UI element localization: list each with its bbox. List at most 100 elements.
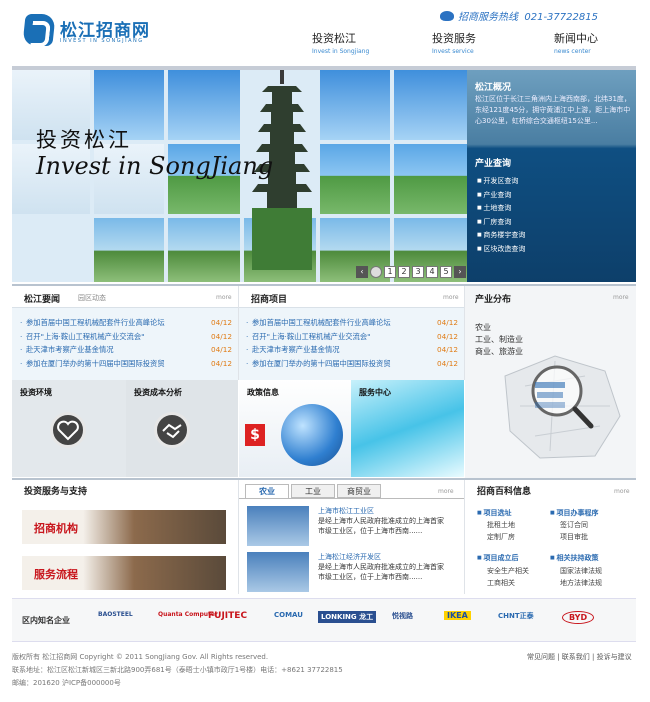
nav-invest-service[interactable]: 投资服务 Invest service [432, 30, 502, 55]
industry-query-item[interactable]: 厂房查询 [477, 217, 525, 231]
nav-sublabel: Invest in Songjiang [312, 48, 370, 55]
distribution-label[interactable]: 农业 [475, 322, 523, 334]
zone-image[interactable] [247, 552, 309, 592]
brand-logo[interactable]: IKEA [444, 611, 471, 620]
zone-title[interactable]: 上海市松江工业区 [318, 506, 374, 516]
brands-label: 区内知名企业 [22, 616, 70, 625]
news-item[interactable]: 赴天津市考察产业基金情况04/12 [20, 345, 232, 359]
distribution-label[interactable]: 工业、制造业 [475, 334, 523, 346]
nav-news-center[interactable]: 新闻中心 news center [554, 30, 624, 55]
pager-page[interactable]: 4 [426, 266, 438, 278]
projects-title[interactable]: 招商项目 [251, 292, 287, 305]
enc-group-head[interactable]: 项目办事程序 [550, 508, 598, 518]
project-item[interactable]: 参加首届中国工程机械配套件行业高峰论坛04/12 [246, 318, 458, 332]
tile-invest-cost[interactable]: 投资成本分析 [126, 380, 238, 477]
brand-logo[interactable]: FUJITEC [208, 611, 247, 621]
tab-park-news[interactable]: 园区动态 [78, 293, 106, 303]
brand-logo[interactable]: 悦视路 [392, 611, 413, 621]
tile-policy-info[interactable]: 政策信息 $ [239, 380, 351, 477]
hero-banner[interactable]: 投资松江 Invest in SongJiang ‹ 1 2 3 4 5 › [12, 70, 467, 282]
distribution-more-link[interactable]: more [613, 294, 629, 301]
tabs-more-link[interactable]: more [438, 488, 454, 495]
brand-logo[interactable]: BAOSTEEL [98, 611, 133, 618]
industry-query-list: 开发区查询 产业查询 土地查询 厂房查询 商务楼宇查询 区块改造查询 [477, 176, 525, 257]
projects-more-link[interactable]: more [443, 294, 459, 301]
hotline-number: 021-37722815 [524, 12, 598, 23]
news-header: 松江要闻 园区动态 more [12, 286, 238, 308]
news-more-link[interactable]: more [216, 294, 232, 301]
logo-mark-icon [22, 14, 56, 46]
site-logo[interactable]: 松江招商网 INVEST IN SONGJIANG [22, 12, 164, 52]
enc-item[interactable]: 工商相关 [487, 578, 515, 588]
enc-group-head[interactable]: 项目选址 [477, 508, 511, 518]
project-item[interactable]: 召开"上海·鞍山工程机械产业交流会"04/12 [246, 332, 458, 346]
next-arrow-icon[interactable]: › [454, 266, 466, 278]
news-item[interactable]: 参加首届中国工程机械配套件行业高峰论坛04/12 [20, 318, 232, 332]
industry-query-item[interactable]: 开发区查询 [477, 176, 525, 190]
project-item[interactable]: 赴天津市考察产业基金情况04/12 [246, 345, 458, 359]
news-item[interactable]: 参加在厦门举办的第十四届中国国际投资贸04/12 [20, 359, 232, 373]
cat-service-process[interactable]: 服务流程 [22, 556, 226, 590]
project-item[interactable]: 参加在厦门举办的第十四届中国国际投资贸04/12 [246, 359, 458, 373]
industry-query-title: 产业查询 [475, 159, 512, 169]
enc-group-head[interactable]: 相关扶持政策 [550, 553, 598, 563]
pager-page[interactable]: 1 [384, 266, 396, 278]
overview-desc: 松江区位于长江三角洲内上海西南部，北纬31度，东经121度45分，拥守黄浦江中上… [475, 95, 631, 125]
tab-agriculture[interactable]: 农业 [245, 484, 289, 498]
brand-logo[interactable]: COMAU [274, 611, 303, 619]
brands-bar: 区内知名企业 BAOSTEEL Quanta Computer FUJITEC … [12, 598, 636, 642]
cat-label: 服务流程 [34, 568, 78, 581]
pager-page[interactable]: 5 [440, 266, 452, 278]
hotline-label: 招商服务热线 [458, 12, 518, 23]
industry-query-item[interactable]: 土地查询 [477, 203, 525, 217]
enc-item[interactable]: 签订合同 [560, 520, 588, 530]
brand-logo[interactable]: BYD [562, 611, 595, 624]
nav-sublabel: news center [554, 48, 591, 55]
enc-group-head[interactable]: 项目成立后 [477, 553, 518, 563]
overview-title[interactable]: 松江概况 [475, 80, 511, 93]
tab-songjiang-news[interactable]: 松江要闻 [24, 292, 60, 305]
enc-item[interactable]: 安全生产相关 [487, 566, 529, 576]
industry-query-item[interactable]: 产业查询 [477, 190, 525, 204]
nav-label: 新闻中心 [554, 32, 598, 45]
brand-logo[interactable]: CHNT正泰 [498, 611, 534, 621]
industry-query-item[interactable]: 商务楼宇查询 [477, 230, 525, 244]
footer-links[interactable]: 常见问题 | 联系我们 | 投诉与建议 [527, 652, 632, 662]
enc-item[interactable]: 定制厂房 [487, 532, 515, 542]
distribution-panel: 产业分布 more 农业 工业、制造业 商业、旅游业 [465, 286, 636, 478]
nav-invest-songjiang[interactable]: 投资松江 Invest in Songjiang [312, 30, 382, 55]
tab-commerce[interactable]: 商贸业 [337, 484, 381, 498]
tile-invest-environment[interactable]: 投资环境 [12, 380, 126, 477]
nav-label: 投资松江 [312, 32, 356, 45]
footer-copyright: 版权所有 松江招商网 Copyright © 2011 SongJiang Go… [12, 653, 269, 661]
nav-label: 投资服务 [432, 32, 476, 45]
pager-page[interactable]: 2 [398, 266, 410, 278]
prev-arrow-icon[interactable]: ‹ [356, 266, 368, 278]
pager-page[interactable]: 3 [412, 266, 424, 278]
cat-label: 招商机构 [34, 522, 78, 535]
distribution-title: 产业分布 [475, 295, 512, 305]
enc-item[interactable]: 批租土地 [487, 520, 515, 530]
cat-recruit-agency[interactable]: 招商机构 [22, 510, 226, 544]
news-item[interactable]: 召开"上海·鞍山工程机械产业交流会"04/12 [20, 332, 232, 346]
overview-panel: 松江概况 松江区位于长江三角洲内上海西南部，北纬31度，东经121度45分，拥守… [467, 70, 636, 282]
tile-service-center[interactable]: 服务中心 [351, 380, 464, 477]
district-map[interactable] [495, 346, 630, 466]
nav-sublabel: Invest service [432, 48, 474, 55]
encyclopedia-title: 招商百科信息 [477, 487, 532, 497]
projects-header: 招商项目 more [239, 286, 464, 308]
zone-title[interactable]: 上海松江经济开发区 [318, 552, 381, 562]
zone-desc: 是经上海市人民政府批准成立的上海首家市级工业区，位于上海市西南...... [318, 563, 444, 581]
enc-item[interactable]: 地方法律法规 [560, 578, 602, 588]
enc-item[interactable]: 项目审批 [560, 532, 588, 542]
support-title: 投资服务与支持 [24, 487, 88, 497]
enc-item[interactable]: 国家法律法规 [560, 566, 602, 576]
tab-industry[interactable]: 工业 [291, 484, 335, 498]
encyclopedia-more-link[interactable]: more [614, 488, 630, 495]
dollar-icon: $ [245, 424, 265, 446]
banner-title-en: Invest in SongJiang [36, 152, 274, 180]
pager-dot[interactable] [370, 266, 382, 278]
industry-query-item[interactable]: 区块改造查询 [477, 244, 525, 258]
zone-image[interactable] [247, 506, 309, 546]
brand-logo[interactable]: LONKING 龙工 [318, 611, 377, 623]
